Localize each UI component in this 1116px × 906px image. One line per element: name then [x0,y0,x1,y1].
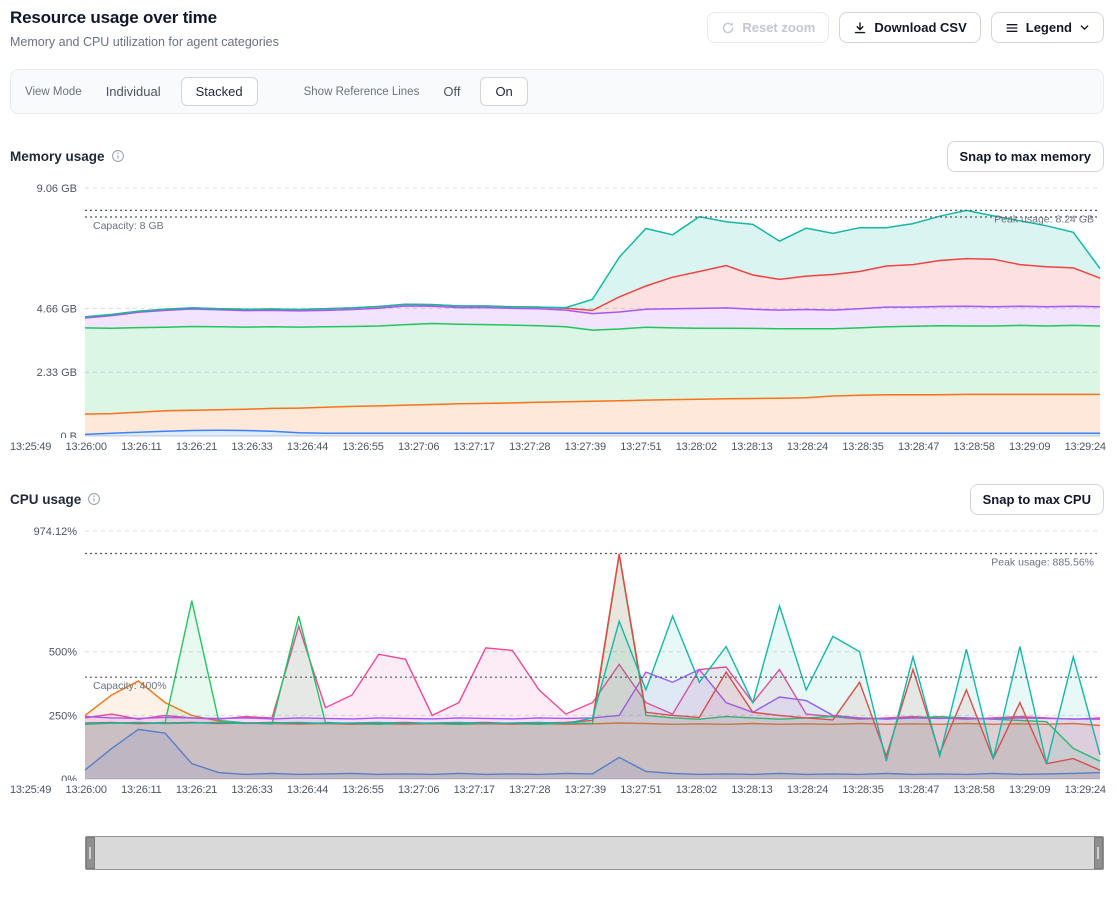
y-axis-label: 9.06 GB [37,183,77,195]
x-axis-label: 13:29:24 [1065,784,1106,796]
reference-lines-label: Show Reference Lines [304,86,420,98]
reference-line-label: Peak usage: 885.56% [991,557,1094,569]
page-subtitle: Memory and CPU utilization for agent cat… [10,35,279,49]
y-axis-label: 2.33 GB [37,367,77,379]
list-icon [1005,21,1019,35]
memory-section-header: Memory usage Snap to max memory [10,140,1104,172]
chevron-down-icon [1079,22,1090,33]
y-axis-label: 250% [49,710,77,722]
y-axis-label: 974.12% [34,526,78,538]
x-axis-label: 13:28:35 [842,784,883,796]
page-title: Resource usage over time [10,8,279,28]
x-axis-label: 13:26:00 [66,784,107,796]
x-axis-label: 13:26:33 [231,784,272,796]
x-axis-label: 13:28:47 [898,784,939,796]
brush-left-handle[interactable] [86,837,95,869]
x-axis-label: 13:28:24 [787,784,828,796]
x-axis-label: 13:26:21 [176,441,217,453]
time-range-scrollbar[interactable] [85,836,1104,870]
header: Resource usage over time Memory and CPU … [10,8,1104,49]
header-text: Resource usage over time Memory and CPU … [10,8,279,49]
cpu-x-axis: 13:25:49 13:26:00 13:26:11 13:26:21 13:26:33… [10,784,1106,796]
series-area-teal [85,606,1100,779]
x-axis-label: 13:27:06 [398,441,439,453]
x-axis-label: 13:27:51 [620,784,661,796]
view-mode-individual[interactable]: Individual [96,78,171,105]
x-axis-label: 13:27:39 [565,784,606,796]
cpu-chart[interactable]: 974.12% 500% 250% 0% Peak usage: 885.56% Capa… [10,519,1106,781]
x-axis-label: 13:26:44 [287,441,328,453]
memory-section-title: Memory usage [10,149,125,164]
reset-icon [721,21,735,35]
cpu-section-header: CPU usage Snap to max CPU [10,483,1104,515]
reference-line-label: Peak usage: 8.24 GB [994,213,1094,225]
x-axis-label: 13:27:51 [620,441,661,453]
view-mode-stacked[interactable]: Stacked [181,77,258,106]
x-axis-label: 13:26:55 [342,784,383,796]
x-axis-label: 13:27:17 [454,441,495,453]
x-axis-label: 13:27:28 [509,441,550,453]
header-buttons: Reset zoom Download CSV [707,12,1104,43]
cpu-section-title: CPU usage [10,492,101,507]
y-axis-label: 0 B [60,431,77,438]
x-axis-label: 13:26:44 [287,784,328,796]
view-mode-label: View Mode [25,86,82,98]
x-axis-label: 13:27:17 [454,784,495,796]
x-axis-label: 13:28:58 [953,441,994,453]
memory-title-text: Memory usage [10,149,105,164]
x-axis-label: 13:27:06 [398,784,439,796]
reference-line-label: Capacity: 400% [93,680,167,692]
x-axis-label: 13:26:33 [231,441,272,453]
reference-lines-off[interactable]: Off [433,78,470,105]
x-axis-label: 13:28:35 [842,441,883,453]
x-axis-label: 13:28:47 [898,441,939,453]
legend-label: Legend [1026,20,1072,35]
y-axis-label: 500% [49,647,77,659]
memory-x-axis: 13:25:49 13:26:00 13:26:11 13:26:21 13:26:33… [10,441,1106,453]
x-axis-label: 13:26:11 [121,441,161,453]
reference-lines-on[interactable]: On [480,77,527,106]
x-axis-label: 13:25:49 [10,784,51,796]
x-axis-label: 13:28:02 [676,441,717,453]
x-axis-label: 13:29:09 [1009,784,1050,796]
download-csv-button[interactable]: Download CSV [839,12,980,43]
x-axis-label: 13:27:28 [509,784,550,796]
x-axis-label: 13:28:13 [731,784,772,796]
info-icon[interactable] [87,492,101,506]
download-csv-label: Download CSV [874,20,966,35]
y-axis-label: 0% [61,774,77,781]
brush-right-handle[interactable] [1094,837,1103,869]
snap-to-max-cpu-button[interactable]: Snap to max CPU [970,484,1104,515]
x-axis-label: 13:26:21 [176,784,217,796]
x-axis-label: 13:28:02 [676,784,717,796]
brush-track[interactable] [95,837,1094,869]
snap-to-max-memory-button[interactable]: Snap to max memory [947,141,1105,172]
legend-button[interactable]: Legend [991,12,1104,43]
memory-chart[interactable]: 9.06 GB 4.66 GB 2.33 GB 0 B Capacity: 8 GB Pe… [10,176,1106,438]
x-axis-label: 13:29:09 [1009,441,1050,453]
x-axis-label: 13:29:24 [1065,441,1106,453]
x-axis-label: 13:26:55 [342,441,383,453]
reference-line-label: Capacity: 8 GB [93,220,164,232]
x-axis-label: 13:25:49 [10,441,51,453]
reset-zoom-button[interactable]: Reset zoom [707,12,829,43]
x-axis-label: 13:27:39 [565,441,606,453]
page: Resource usage over time Memory and CPU … [0,0,1116,870]
x-axis-label: 13:28:24 [787,441,828,453]
x-axis-label: 13:26:11 [121,784,161,796]
x-axis-label: 13:28:58 [953,784,994,796]
x-axis-label: 13:26:00 [66,441,107,453]
reset-zoom-label: Reset zoom [742,20,815,35]
x-axis-label: 13:28:13 [731,441,772,453]
y-axis-label: 4.66 GB [37,303,77,315]
cpu-title-text: CPU usage [10,492,81,507]
download-icon [853,21,867,35]
controls-bar: View Mode Individual Stacked Show Refere… [10,69,1104,114]
info-icon[interactable] [111,149,125,163]
